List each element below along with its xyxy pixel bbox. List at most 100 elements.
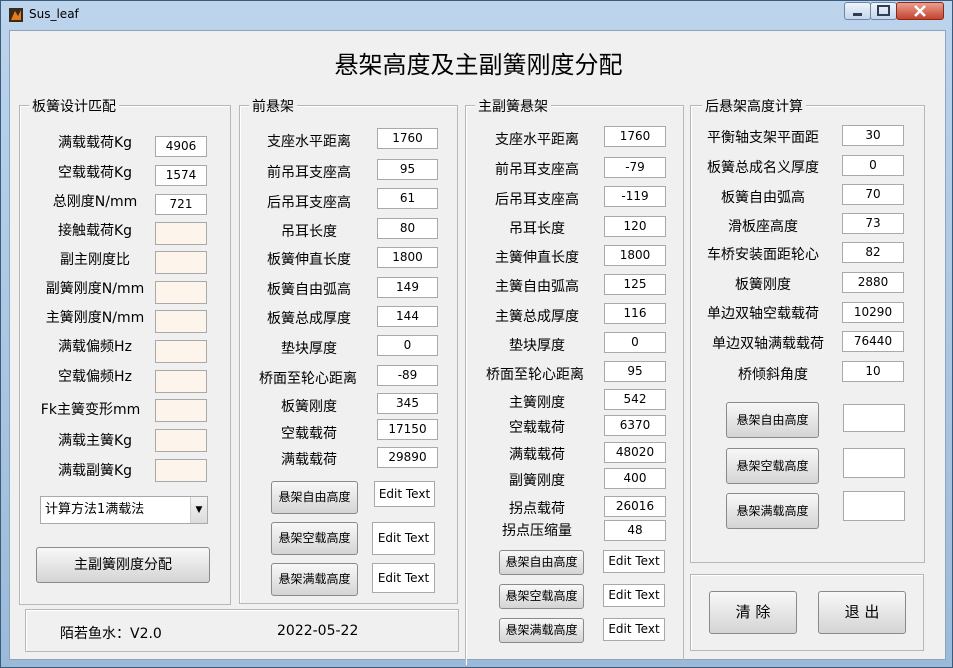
field-value[interactable]: 17150: [377, 419, 438, 440]
field-value[interactable]: 48: [604, 520, 666, 541]
free-height-button[interactable]: 悬架自由高度: [499, 550, 584, 575]
main-figure: 悬架高度及主副簧刚度分配 板簧设计匹配 满载载荷Kg 4906 空载载荷Kg 1…: [9, 30, 946, 665]
maximize-icon: [877, 5, 890, 16]
field-value[interactable]: -79: [604, 157, 666, 178]
dropdown-arrow-icon[interactable]: ▼: [190, 497, 207, 523]
field-value[interactable]: 6370: [604, 415, 666, 436]
field-value[interactable]: 120: [604, 216, 666, 237]
field-value[interactable]: [155, 370, 207, 393]
field-value[interactable]: 95: [604, 361, 666, 382]
field-value[interactable]: -89: [377, 365, 438, 386]
field-value[interactable]: 70: [842, 184, 904, 205]
author-version: 陌若鱼水：V2.0: [60, 626, 162, 642]
field-value[interactable]: 1760: [377, 128, 438, 149]
field-label: 后吊耳支座高: [495, 192, 579, 208]
field-label: 前吊耳支座高: [495, 162, 579, 178]
exit-button[interactable]: 退 出: [818, 591, 906, 634]
field-value[interactable]: 149: [377, 277, 438, 298]
field-value[interactable]: [155, 429, 207, 452]
field-value[interactable]: 2880: [842, 272, 904, 293]
field-value[interactable]: 26016: [604, 496, 666, 517]
method-select[interactable]: 计算方法1满载法 ▼: [40, 496, 208, 524]
close-icon: [914, 5, 926, 17]
unladen-height-button[interactable]: 悬架空载高度: [499, 584, 584, 609]
field-value[interactable]: 76440: [842, 331, 904, 352]
unladen-height-button[interactable]: 悬架空载高度: [271, 522, 358, 555]
field-value[interactable]: 82: [842, 242, 904, 263]
field-label: 空载载荷: [281, 426, 337, 442]
free-height-button[interactable]: 悬架自由高度: [271, 481, 358, 514]
minimize-button[interactable]: [844, 2, 871, 20]
field-label: 满载副簧Kg: [57, 463, 133, 479]
field-value[interactable]: 125: [604, 274, 666, 295]
field-value[interactable]: 10: [842, 361, 904, 382]
field-label: 后吊耳支座高: [267, 195, 351, 211]
field-value[interactable]: [155, 399, 207, 422]
panel-front-suspension: 前悬架 支座水平距离 1760 前吊耳支座高 95 后吊耳支座高 61 吊耳长度…: [239, 96, 458, 604]
free-height-button[interactable]: 悬架自由高度: [726, 402, 819, 438]
panel-title: 主副簧悬架: [475, 96, 551, 116]
field-value[interactable]: 1574: [155, 165, 207, 186]
close-button[interactable]: [896, 2, 944, 20]
field-value[interactable]: 542: [604, 389, 666, 410]
field-value[interactable]: 29890: [377, 447, 438, 468]
unladen-height-button[interactable]: 悬架空载高度: [726, 448, 819, 484]
field-value[interactable]: [155, 251, 207, 274]
stiffness-allocation-button[interactable]: 主副簧刚度分配: [36, 547, 210, 583]
field-value[interactable]: [155, 222, 207, 245]
field-label: 单边双轴满载载荷: [712, 336, 824, 352]
method-select-value: 计算方法1满载法: [45, 502, 145, 517]
maximize-button[interactable]: [870, 2, 897, 20]
field-value[interactable]: 1800: [377, 247, 438, 268]
field-label: 满载载荷: [281, 452, 337, 468]
field-value[interactable]: 73: [842, 213, 904, 234]
laden-height-button[interactable]: 悬架满载高度: [499, 618, 584, 643]
field-label: 副主刚度比: [60, 252, 130, 268]
field-value[interactable]: 345: [377, 393, 438, 414]
field-label: 支座水平距离: [267, 134, 351, 150]
laden-height-button[interactable]: 悬架满载高度: [726, 493, 819, 529]
field-value[interactable]: 80: [377, 218, 438, 239]
panel-main-aux-suspension: 主副簧悬架 支座水平距离 1760 前吊耳支座高 -79 后吊耳支座高 -119…: [465, 96, 684, 665]
field-label: 总刚度N/mm: [52, 194, 138, 210]
field-label: 空载载荷: [509, 420, 565, 436]
field-label: 拐点压缩量: [502, 523, 572, 539]
field-label: 桥面至轮心距离: [259, 371, 357, 387]
field-value[interactable]: [155, 310, 207, 333]
field-label: 拐点载荷: [509, 501, 565, 517]
field-value[interactable]: 4906: [155, 136, 207, 157]
field-value[interactable]: 0: [604, 332, 666, 353]
field-value[interactable]: 400: [604, 468, 666, 489]
field-label: 板簧总成厚度: [267, 311, 351, 327]
field-value[interactable]: 144: [377, 306, 438, 327]
field-value[interactable]: [155, 281, 207, 304]
field-label: 板簧自由弧高: [267, 282, 351, 298]
laden-height-button[interactable]: 悬架满载高度: [271, 563, 358, 596]
field-value[interactable]: [155, 459, 207, 482]
title-bar[interactable]: Sus_leaf: [1, 1, 952, 29]
unladen-height-output: [843, 448, 905, 478]
field-value[interactable]: 95: [377, 159, 438, 180]
clear-button[interactable]: 清 除: [709, 591, 797, 634]
field-label: 主簧刚度N/mm: [45, 310, 145, 326]
field-label: 垫块厚度: [509, 338, 565, 354]
field-value[interactable]: [155, 340, 207, 363]
field-value[interactable]: -119: [604, 186, 666, 207]
field-value[interactable]: 0: [842, 155, 904, 176]
field-value[interactable]: 1760: [604, 126, 666, 147]
field-value[interactable]: 10290: [842, 302, 904, 323]
field-value[interactable]: 0: [377, 335, 438, 356]
field-value[interactable]: 30: [842, 125, 904, 146]
unladen-height-output: Edit Text: [372, 522, 435, 555]
field-label: 满载主簧Kg: [57, 433, 133, 449]
field-label: 支座水平距离: [495, 132, 579, 148]
field-label: 单边双轴空载载荷: [707, 306, 819, 322]
field-value[interactable]: 61: [377, 188, 438, 209]
field-value[interactable]: 116: [604, 303, 666, 324]
field-value[interactable]: 721: [155, 194, 207, 215]
field-value[interactable]: 48020: [604, 442, 666, 463]
field-label: 副簧刚度N/mm: [45, 281, 145, 297]
field-value[interactable]: 1800: [604, 245, 666, 266]
field-label: 垫块厚度: [281, 341, 337, 357]
laden-height-output: [843, 491, 905, 521]
